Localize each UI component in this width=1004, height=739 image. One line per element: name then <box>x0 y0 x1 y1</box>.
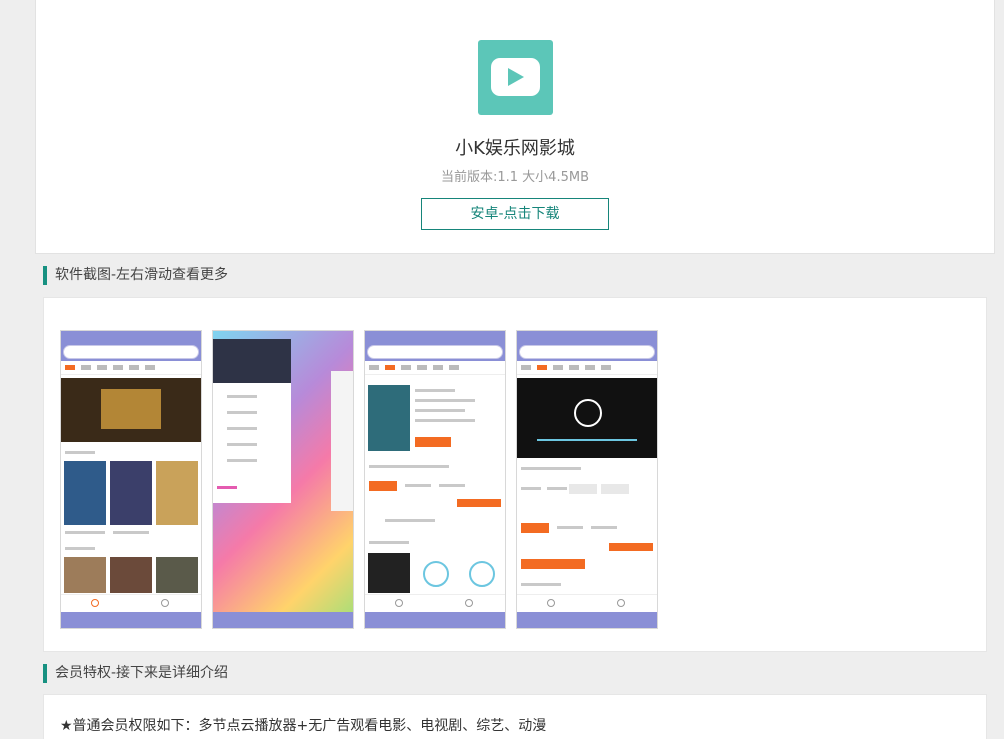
app-name: 小K娱乐网影城 <box>455 138 575 159</box>
android-download-button[interactable]: 安卓-点击下载 <box>421 198 609 230</box>
app-version-size: 当前版本:1.1 大小4.5MB <box>441 170 589 185</box>
benefits-card: ★普通会员权限如下：多节点云播放器+无广告观看电影、电视剧、综艺、动漫 <box>43 694 987 739</box>
screenshot-3[interactable] <box>364 330 506 629</box>
play-icon <box>491 58 540 96</box>
app-icon <box>478 40 553 115</box>
screenshot-2[interactable] <box>212 330 354 629</box>
screenshot-4[interactable] <box>516 330 658 629</box>
screenshots-carousel[interactable] <box>43 297 987 652</box>
screenshots-section-title: 软件截图-左右滑动查看更多 <box>43 266 228 285</box>
benefit-line-standard-member: ★普通会员权限如下：多节点云播放器+无广告观看电影、电视剧、综艺、动漫 <box>60 718 547 734</box>
benefits-section-title: 会员特权-接下来是详细介绍 <box>43 664 228 683</box>
app-info-card: 小K娱乐网影城 当前版本:1.1 大小4.5MB 安卓-点击下载 <box>35 0 995 254</box>
screenshot-1[interactable] <box>60 330 202 629</box>
